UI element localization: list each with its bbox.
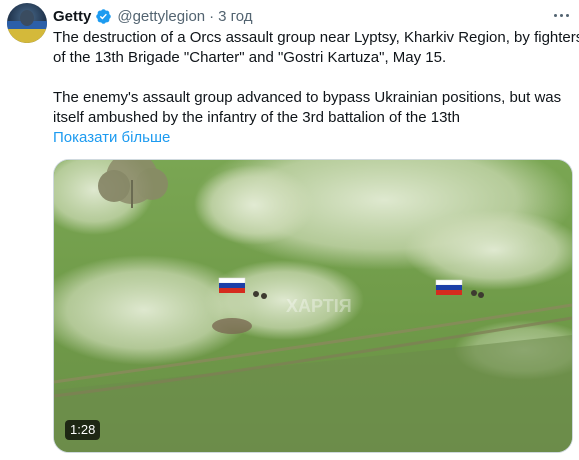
show-more-link[interactable]: Показати більше <box>53 128 170 148</box>
author-name[interactable]: Getty <box>53 8 91 25</box>
flag-marker-left <box>218 277 246 293</box>
avatar-figure <box>20 10 34 26</box>
tweet-header: Getty @gettylegion · 3 год <box>53 6 253 26</box>
flag-marker-right <box>435 279 463 295</box>
tweet-text-line-1: The destruction of a Orcs assault group … <box>53 29 579 46</box>
tweet-text-line-2: of the 13th Brigade "Charter" and "Gostr… <box>53 49 447 66</box>
verified-badge-icon <box>96 8 112 24</box>
tweet-timestamp[interactable]: 3 год <box>218 8 252 25</box>
video-player[interactable]: ХАРТІЯ 1:28 <box>53 159 573 453</box>
author-avatar[interactable] <box>7 3 47 43</box>
author-handle[interactable]: @gettylegion <box>117 8 205 25</box>
more-options-icon[interactable] <box>549 5 573 25</box>
video-watermark: ХАРТІЯ <box>286 296 352 316</box>
header-separator: · <box>209 7 215 25</box>
video-duration-badge: 1:28 <box>65 420 101 440</box>
tweet-text-line-3: The enemy's assault group advanced to by… <box>53 89 562 106</box>
avatar-flag-yellow <box>7 29 47 43</box>
video-frame: ХАРТІЯ <box>54 160 572 452</box>
tweet-text-line-4: itself ambushed by the infantry of the 3… <box>53 109 460 126</box>
